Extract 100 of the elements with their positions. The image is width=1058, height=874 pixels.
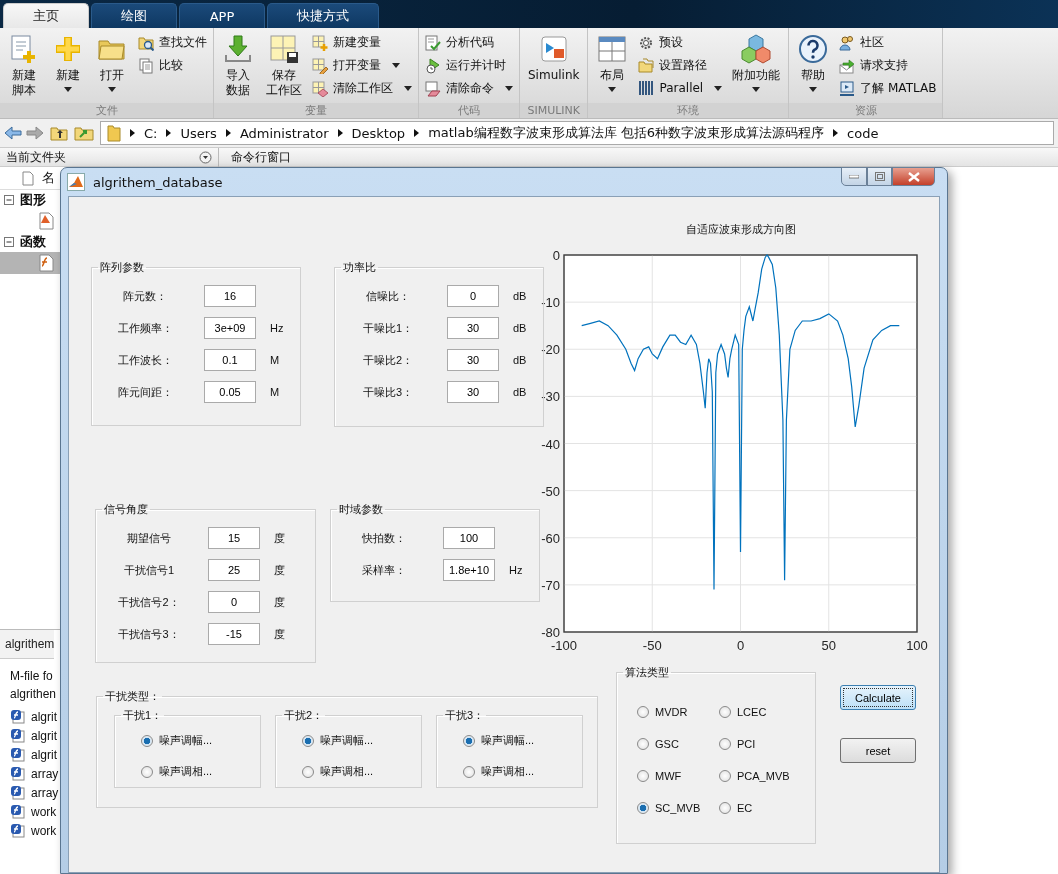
field-label: 阵元数：	[122, 288, 168, 304]
input-field[interactable]: 30	[447, 381, 499, 403]
radio-option[interactable]: MVDR	[637, 706, 719, 718]
panel-title: 当前文件夹	[6, 148, 66, 166]
grid-eraser-icon	[312, 80, 328, 97]
ribbon-button[interactable]: 新建变量	[310, 33, 414, 52]
push-button[interactable]: reset	[840, 738, 916, 763]
back-icon[interactable]	[4, 126, 22, 140]
path-segment[interactable]: Desktop	[351, 125, 406, 141]
ribbon-tab[interactable]: 主页	[3, 3, 89, 28]
radio-option[interactable]: MWF	[637, 770, 719, 782]
path-segment[interactable]: C:	[144, 125, 158, 141]
radio-option[interactable]: PCA_MVB	[719, 770, 809, 782]
group-title: 干扰3：	[444, 708, 486, 723]
radio-option[interactable]: 噪声调相...	[463, 764, 582, 779]
ribbon-tab[interactable]: APP	[179, 3, 265, 28]
collapse-icon[interactable]	[4, 195, 14, 205]
folder-up-icon[interactable]	[50, 125, 68, 141]
chevron-icon	[225, 129, 231, 137]
layout-icon	[596, 33, 629, 65]
input-field[interactable]: 16	[204, 285, 256, 307]
path-segment[interactable]: Administrator	[239, 125, 329, 141]
ribbon-tab[interactable]: 绘图	[91, 3, 177, 28]
tree-node[interactable]: 函数	[20, 233, 46, 251]
unit-label: dB	[513, 386, 528, 398]
function-name[interactable]: array	[31, 785, 59, 800]
function-name[interactable]: algrit	[31, 747, 57, 762]
ribbon-button[interactable]: 分析代码	[423, 33, 515, 52]
radio-option[interactable]: 噪声调幅...	[302, 733, 421, 748]
function-file-icon	[10, 823, 25, 838]
minimize-button[interactable]	[841, 167, 867, 186]
ribbon-button[interactable]: 附加功能	[728, 31, 785, 103]
radio-option[interactable]: LCEC	[719, 706, 809, 718]
field-label: 干扰信号3：	[117, 626, 181, 642]
menu-icon[interactable]	[199, 150, 212, 164]
function-name[interactable]: work	[31, 804, 57, 819]
input-field[interactable]: 100	[443, 527, 495, 549]
ribbon-button[interactable]: 预设	[636, 33, 725, 52]
close-button[interactable]	[892, 167, 935, 186]
input-field[interactable]: 3e+09	[204, 317, 256, 339]
function-name[interactable]: array	[31, 766, 59, 781]
tree-node[interactable]: 图形	[20, 191, 46, 209]
ribbon-button[interactable]: 帮助	[793, 31, 834, 103]
ribbon-tab[interactable]: 快捷方式	[267, 3, 379, 28]
path-segment[interactable]: matlab编程数字波束形成算法库 包括6种数字波束形成算法源码程序	[428, 124, 825, 142]
ribbon-button[interactable]: 运行并计时	[423, 56, 515, 75]
ribbon-button[interactable]: 新建 脚本	[4, 31, 44, 103]
ribbon-button[interactable]: 请求支持	[837, 56, 939, 75]
chevron-icon	[833, 129, 839, 137]
ribbon-button[interactable]: 设置路径	[636, 56, 725, 75]
input-field[interactable]: 0.1	[204, 349, 256, 371]
folders-icon	[638, 57, 655, 74]
ribbon-button[interactable]: 打开变量	[310, 56, 414, 75]
browse-folder-icon[interactable]	[74, 125, 94, 141]
input-field[interactable]: 0	[208, 591, 260, 613]
forward-icon[interactable]	[26, 126, 44, 140]
column-header[interactable]: 名	[42, 169, 55, 187]
ribbon-button[interactable]: Simulink	[524, 31, 584, 103]
ribbon-button[interactable]: 了解 MATLAB	[837, 79, 939, 98]
ribbon-button[interactable]: 清除工作区	[310, 79, 414, 98]
input-field[interactable]: 15	[208, 527, 260, 549]
input-field[interactable]: 30	[447, 349, 499, 371]
maximize-button[interactable]	[867, 167, 892, 186]
ribbon-button[interactable]: 比较	[136, 56, 209, 75]
radio-option[interactable]: SC_MVB	[637, 802, 719, 814]
ribbon-button[interactable]: 布局	[592, 31, 633, 103]
radio-option[interactable]: 噪声调幅...	[141, 733, 260, 748]
group-title: 干扰类型：	[104, 689, 161, 704]
ribbon-button[interactable]: 保存 工作区	[262, 31, 306, 103]
function-name[interactable]: algrit	[31, 728, 57, 743]
radio-option[interactable]: 噪声调相...	[141, 764, 260, 779]
input-field[interactable]: 0.05	[204, 381, 256, 403]
radio-option[interactable]: PCI	[719, 738, 809, 750]
unit-label: 度	[274, 594, 286, 610]
input-field[interactable]: 25	[208, 559, 260, 581]
input-field[interactable]: 1.8e+10	[443, 559, 495, 581]
path-segment[interactable]: code	[847, 125, 879, 141]
ribbon-button[interactable]: 社区	[837, 33, 939, 52]
push-button[interactable]: Calculate	[840, 685, 916, 710]
input-field[interactable]: 0	[447, 285, 499, 307]
input-field[interactable]: -15	[208, 623, 260, 645]
y-tick-label: -40	[541, 436, 560, 452]
input-field[interactable]: 30	[447, 317, 499, 339]
address-bar[interactable]: C: Users Administrator Desktop matlab编程数字波束形成算法库 包括6种数字波束形成算法源码程序 code	[100, 121, 1054, 145]
ribbon-button[interactable]: 新建	[48, 31, 88, 103]
monitor-icon	[839, 80, 856, 97]
ribbon-button[interactable]: 导入 数据	[218, 31, 258, 103]
collapse-icon[interactable]	[4, 237, 14, 247]
path-segment[interactable]: Users	[180, 125, 217, 141]
radio-option[interactable]: 噪声调相...	[302, 764, 421, 779]
ribbon-button[interactable]: 打开	[92, 31, 132, 103]
radio-option[interactable]: GSC	[637, 738, 719, 750]
ribbon-button[interactable]: 查找文件	[136, 33, 209, 52]
ribbon-button[interactable]: 清除命令	[423, 79, 515, 98]
function-name[interactable]: work	[31, 823, 57, 838]
radio-option[interactable]: EC	[719, 802, 809, 814]
function-name[interactable]: algrit	[31, 709, 57, 724]
radio-option[interactable]: 噪声调幅...	[463, 733, 582, 748]
x-tick-label: 0	[736, 638, 745, 653]
ribbon-button[interactable]: Parallel	[636, 79, 725, 97]
